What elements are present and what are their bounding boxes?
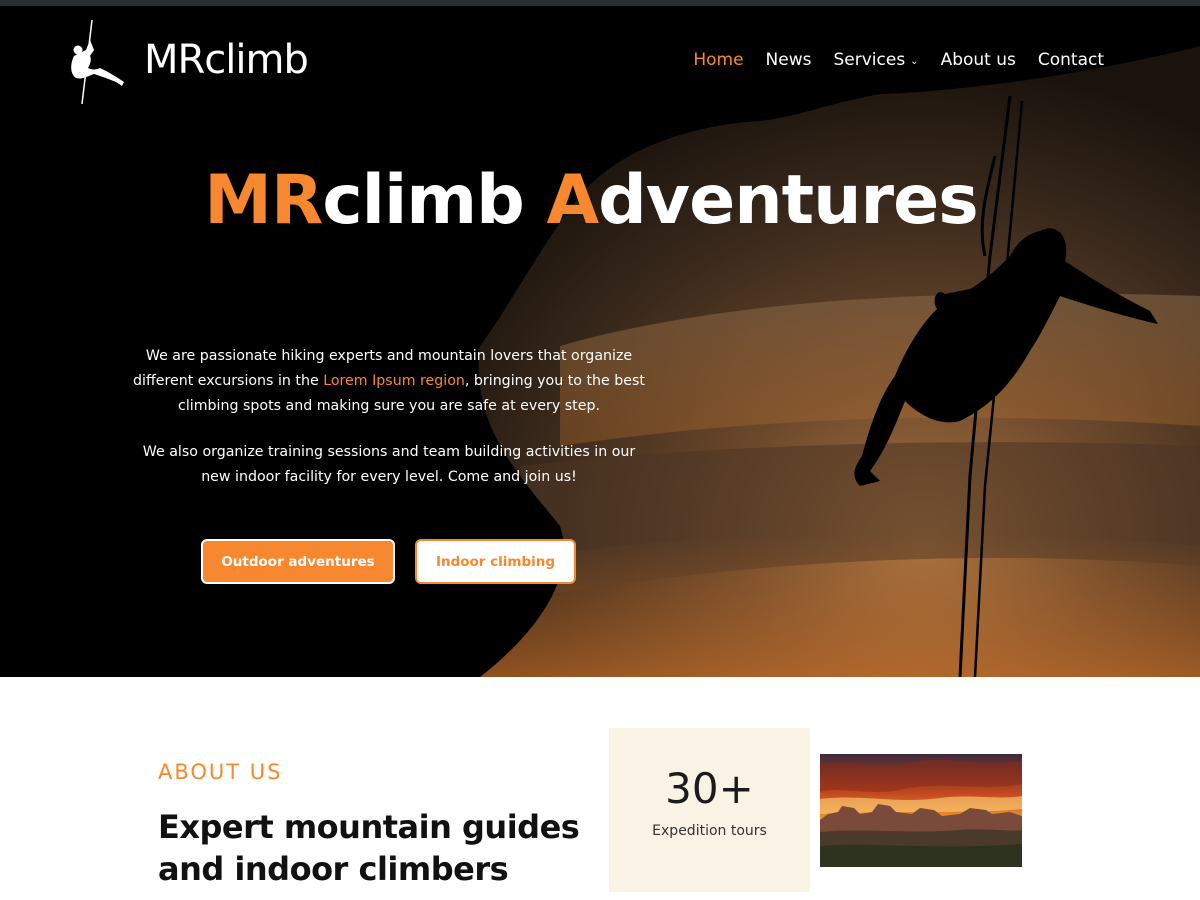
nav-item-contact[interactable]: Contact xyxy=(1038,50,1104,70)
hero-paragraph-1: We are passionate hiking experts and mou… xyxy=(128,344,650,419)
hero-title-part-2: climb xyxy=(322,161,547,240)
hero-title-accent-2: A xyxy=(546,161,599,240)
brand-logo[interactable]: MRclimb xyxy=(66,20,309,104)
about-eyebrow: ABOUT US xyxy=(158,760,283,784)
nav-item-services-label: Services xyxy=(833,50,906,70)
canyon-sunset-photo xyxy=(820,754,1022,867)
stat-card: 30+ Expedition tours xyxy=(609,728,810,892)
hero-title-part-4: dventures xyxy=(598,161,979,240)
nav-item-about[interactable]: About us xyxy=(941,50,1016,70)
chevron-down-icon: ⌄ xyxy=(910,55,919,67)
main-nav: Home News Services ⌄ About us Contact xyxy=(693,50,1104,70)
nav-item-home[interactable]: Home xyxy=(693,50,743,70)
brand-name: MRclimb xyxy=(144,37,309,83)
region-link[interactable]: Lorem Ipsum region xyxy=(323,373,465,389)
outdoor-adventures-button[interactable]: Outdoor adventures xyxy=(201,539,395,584)
hero-section: MRclimb Home News Services ⌄ About us Co… xyxy=(0,6,1200,677)
nav-item-news[interactable]: News xyxy=(766,50,812,70)
indoor-climbing-button[interactable]: Indoor climbing xyxy=(415,539,576,584)
stat-value: 30+ xyxy=(665,764,754,813)
nav-item-services[interactable]: Services ⌄ xyxy=(833,50,918,70)
hero-paragraph-2: We also organize training sessions and t… xyxy=(142,444,636,485)
about-heading-line-2: and indoor climbers xyxy=(158,850,509,888)
hero-title: MRclimb Adventures xyxy=(0,161,1182,240)
climber-rappelling-icon xyxy=(71,20,124,104)
hero-title-accent-1: MR xyxy=(204,161,323,240)
stat-label: Expedition tours xyxy=(652,823,767,839)
hero-background-image xyxy=(0,6,1200,677)
about-heading: Expert mountain guides and indoor climbe… xyxy=(158,806,580,890)
about-heading-line-1: Expert mountain guides xyxy=(158,808,580,846)
